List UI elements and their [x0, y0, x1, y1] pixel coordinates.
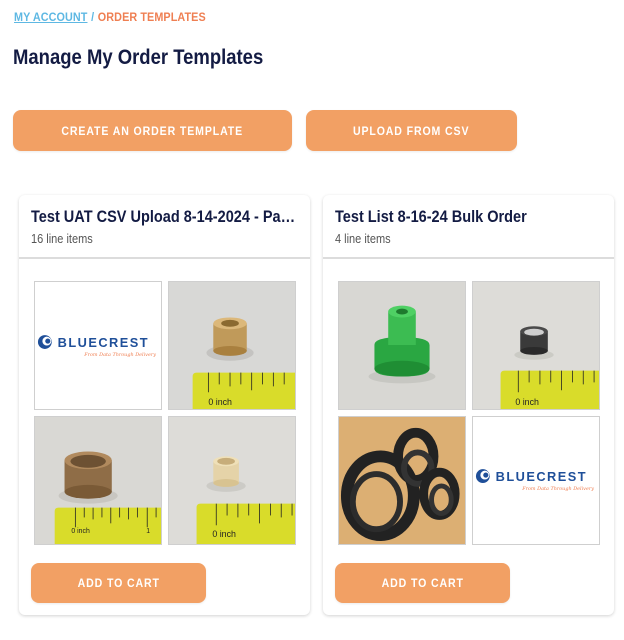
- product-image-black-sleeve: 0 inch: [472, 281, 600, 410]
- product-image-beige-sleeve: 0 inch: [168, 416, 296, 545]
- logo-tagline-text: From Data Through Delivery: [521, 486, 594, 492]
- add-to-cart-label: ADD TO CART: [77, 576, 160, 590]
- breadcrumb-my-account-link[interactable]: MY ACCOUNT: [14, 10, 88, 24]
- ruler-label: 0 inch: [515, 397, 539, 407]
- create-order-template-button[interactable]: CREATE AN ORDER TEMPLATE: [13, 110, 292, 151]
- template-line-items: 16 line items: [31, 232, 93, 246]
- breadcrumb-separator: /: [91, 10, 95, 24]
- ruler-label: 0 inch: [212, 529, 236, 539]
- template-card-header: Test UAT CSV Upload 8-14-2024 - Parts Li…: [19, 195, 310, 259]
- template-image-grid: 0 inch BLUECREST From Data Through Deliv…: [338, 281, 600, 546]
- template-card-header: Test List 8-16-24 Bulk Order 4 line item…: [323, 195, 614, 259]
- bluecrest-logo-icon: BLUECREST From Data Through Delivery: [35, 282, 161, 409]
- black-sleeve-photo: 0 inch: [473, 282, 599, 409]
- product-image-brass-bushing: 0 inch: [168, 281, 296, 410]
- product-image-green-suction-cup: [338, 281, 466, 410]
- add-to-cart-label: ADD TO CART: [381, 576, 464, 590]
- ruler-label: 0 inch: [71, 528, 90, 535]
- product-image-black-belts: [338, 416, 466, 545]
- page-title: Manage My Order Templates: [13, 46, 264, 69]
- breadcrumb-current: ORDER TEMPLATES: [97, 10, 206, 24]
- create-order-template-label: CREATE AN ORDER TEMPLATE: [61, 123, 244, 138]
- bluecrest-logo-icon: BLUECREST From Data Through Delivery: [473, 417, 599, 544]
- template-line-items: 4 line items: [335, 232, 391, 246]
- template-title[interactable]: Test List 8-16-24 Bulk Order: [335, 208, 600, 227]
- breadcrumb: MY ACCOUNT / ORDER TEMPLATES: [14, 10, 206, 24]
- beige-sleeve-photo: 0 inch: [169, 417, 295, 544]
- ruler-label-end: 1: [146, 528, 150, 535]
- logo-brand-text: BLUECREST: [496, 469, 587, 484]
- template-card: Test List 8-16-24 Bulk Order 4 line item…: [323, 195, 614, 615]
- product-image-bronze-bushing: 0 inch 1: [34, 416, 162, 545]
- product-image-logo: BLUECREST From Data Through Delivery: [34, 281, 162, 410]
- upload-from-csv-button[interactable]: UPLOAD FROM CSV: [306, 110, 517, 151]
- add-to-cart-button[interactable]: ADD TO CART: [31, 563, 206, 603]
- template-image-grid: BLUECREST From Data Through Delivery 0 i…: [34, 281, 296, 546]
- upload-from-csv-label: UPLOAD FROM CSV: [353, 123, 470, 138]
- black-belts-photo: [339, 417, 465, 544]
- template-title[interactable]: Test UAT CSV Upload 8-14-2024 - Parts Li…: [31, 208, 296, 227]
- logo-brand-text: BLUECREST: [58, 335, 149, 350]
- template-card: Test UAT CSV Upload 8-14-2024 - Parts Li…: [19, 195, 310, 615]
- green-suction-cup-photo: [339, 282, 465, 409]
- add-to-cart-button[interactable]: ADD TO CART: [335, 563, 510, 603]
- bronze-bushing-photo: 0 inch 1: [35, 417, 161, 544]
- logo-tagline-text: From Data Through Delivery: [83, 352, 156, 358]
- brass-bushing-photo: 0 inch: [169, 282, 295, 409]
- ruler-label: 0 inch: [208, 397, 232, 407]
- product-image-logo: BLUECREST From Data Through Delivery: [472, 416, 600, 545]
